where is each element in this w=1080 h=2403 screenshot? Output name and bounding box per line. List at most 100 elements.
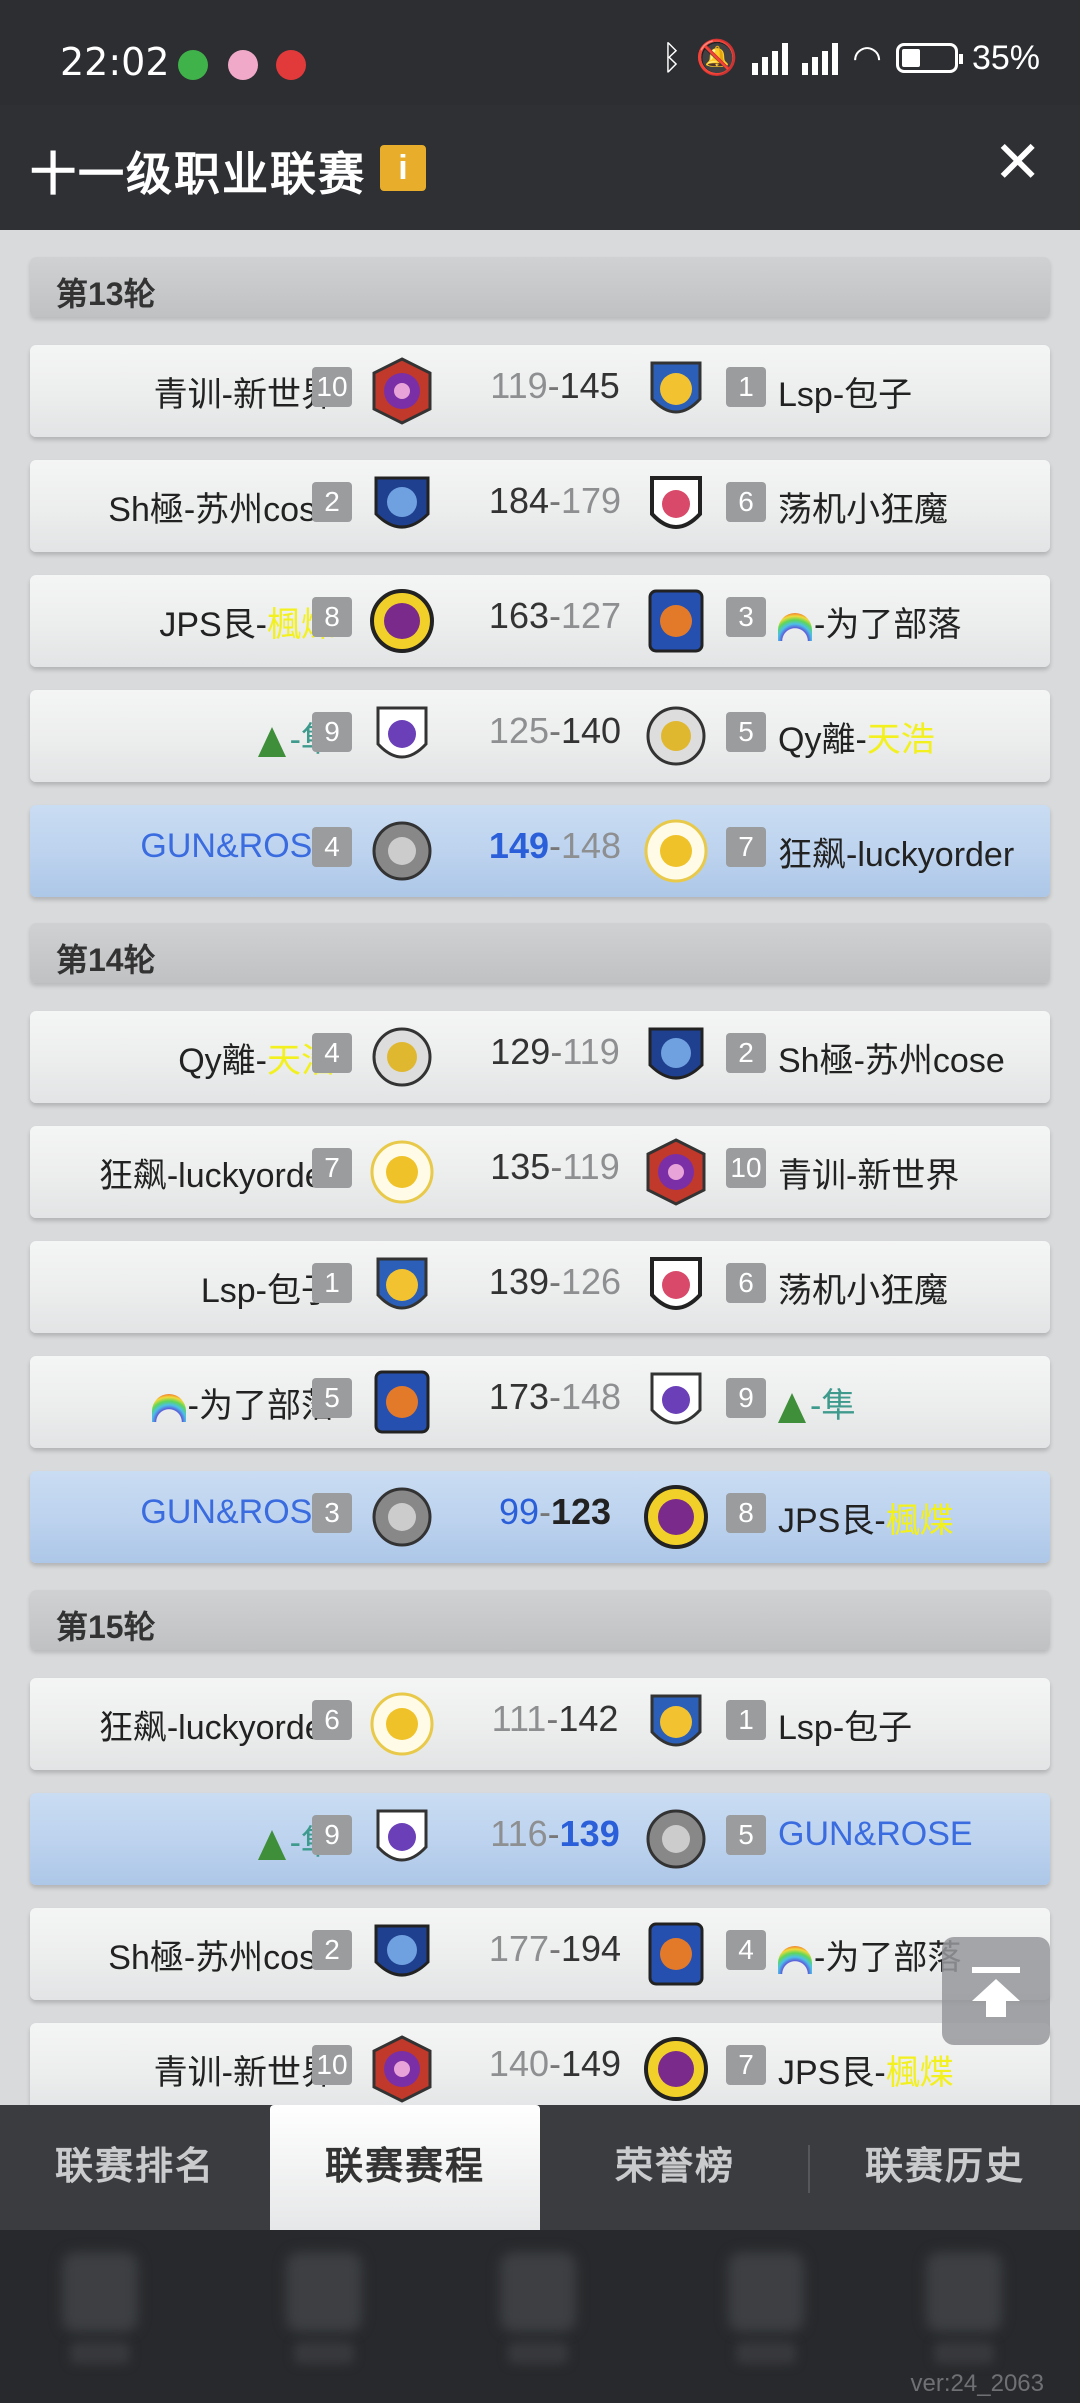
- title-bar: 十一级职业联赛 i ✕: [0, 105, 1080, 230]
- home-team: GUN&ROSE: [140, 1493, 335, 1531]
- nav-blur-icon: [728, 2252, 804, 2332]
- score: 173-148: [488, 1376, 622, 1417]
- away-seed: 3: [726, 597, 766, 637]
- team-badge-icon: [372, 357, 432, 425]
- round-header: 第14轮: [30, 923, 1050, 983]
- home-team: Sh極-苏州cose: [108, 1939, 335, 1977]
- close-icon[interactable]: ✕: [993, 133, 1042, 193]
- team-badge-icon: [650, 476, 702, 529]
- rainbow-icon: [778, 613, 812, 642]
- status-time: 22:02: [60, 40, 170, 84]
- home-seed: 9: [312, 1815, 352, 1855]
- team-badge-icon: [644, 2037, 708, 2101]
- team-badge-icon: [648, 1922, 704, 1986]
- home-seed: 3: [312, 1493, 352, 1533]
- team-badge-icon: [370, 589, 434, 653]
- home-seed: 5: [312, 1378, 352, 1418]
- app-icon: [228, 50, 258, 80]
- home-seed: 4: [312, 1033, 352, 1073]
- bottom-nav: ver:24_2063: [0, 2230, 1080, 2403]
- status-icons: ᛒ 🔕 ◠ 35%: [662, 38, 1040, 78]
- match-row[interactable]: Sh極-苏州cose 2 177-194 4 -为了部落: [30, 1908, 1050, 2000]
- away-team: 荡机小狂魔: [778, 491, 948, 529]
- wechat-icon: [178, 50, 208, 80]
- home-seed: 9: [312, 712, 352, 752]
- home-seed: 10: [312, 2045, 352, 2085]
- home-seed: 7: [312, 1148, 352, 1188]
- home-team: 青训-新世界: [153, 376, 335, 414]
- away-team: 狂飙-luckyorder: [778, 836, 1015, 874]
- away-team: GUN&ROSE: [778, 1815, 973, 1853]
- away-team: -为了部落: [778, 1930, 961, 1979]
- home-seed: 6: [312, 1700, 352, 1740]
- team-badge-icon: [372, 1487, 432, 1547]
- score: 139-126: [488, 1261, 622, 1302]
- match-row[interactable]: 狂飙-luckyorder 7 135-119 10 青训-新世界: [30, 1126, 1050, 1218]
- rainbow-icon: [151, 1394, 186, 1423]
- away-seed: 7: [726, 2045, 766, 2085]
- match-row[interactable]: Sh極-苏州cose 2 184-179 6 荡机小狂魔: [30, 460, 1050, 552]
- match-row[interactable]: -隼 9 125-140 5 Qy離-天浩: [30, 690, 1050, 782]
- away-team: JPS艮-楓煠: [778, 2054, 954, 2092]
- score: 119-145: [490, 365, 620, 406]
- signal-icon-2: [802, 41, 839, 75]
- team-badge-icon: [644, 819, 708, 883]
- away-seed: 5: [726, 712, 766, 752]
- home-seed: 1: [312, 1263, 352, 1303]
- away-seed: 10: [726, 1148, 766, 1188]
- match-row[interactable]: Lsp-包子 1 139-126 6 荡机小狂魔: [30, 1241, 1050, 1333]
- match-row[interactable]: GUN&ROSE 3 99-123 8 JPS艮-楓煠: [30, 1471, 1050, 1563]
- scroll-top-button[interactable]: [942, 1937, 1050, 2045]
- away-team: Lsp-包子: [778, 376, 913, 414]
- away-team: 青训-新世界: [778, 1157, 960, 1195]
- tree-icon: [257, 1830, 286, 1861]
- nav-blur-icon: [286, 2252, 362, 2332]
- team-badge-icon: [372, 2035, 432, 2103]
- team-badge-icon: [374, 1370, 430, 1434]
- team-badge-icon: [376, 706, 428, 759]
- score: 129-119: [490, 1031, 620, 1072]
- tab-league-history[interactable]: 联赛历史: [810, 2105, 1080, 2230]
- schedule-list[interactable]: 第13轮 青训-新世界 10 119-145 1 Lsp-包子 Sh極-苏州co…: [0, 230, 1080, 2105]
- version-label: ver:24_2063: [910, 2370, 1044, 2397]
- match-row[interactable]: -为了部落 5 173-148 9 -隼: [30, 1356, 1050, 1448]
- page-title: 十一级职业联赛: [30, 148, 366, 200]
- team-badge-icon: [646, 1809, 706, 1869]
- rainbow-icon: [778, 1946, 812, 1975]
- away-seed: 5: [726, 1815, 766, 1855]
- away-team: Lsp-包子: [778, 1709, 913, 1747]
- round-header: 第15轮: [30, 1590, 1050, 1650]
- home-seed: 10: [312, 367, 352, 407]
- score: 177-194: [488, 1928, 622, 1969]
- tab-honor-board[interactable]: 荣誉榜: [540, 2105, 810, 2230]
- away-team: -隼: [778, 1378, 855, 1427]
- redbook-icon: [276, 50, 306, 80]
- home-team: -为了部落: [151, 1378, 335, 1427]
- away-seed: 1: [726, 367, 766, 407]
- away-team: JPS艮-楓煠: [778, 1502, 954, 1540]
- match-row[interactable]: JPS艮-楓煠 8 163-127 3 -为了部落: [30, 575, 1050, 667]
- match-row[interactable]: 狂飙-luckyorder 6 111-142 1 Lsp-包子: [30, 1678, 1050, 1770]
- team-badge-icon: [372, 1027, 432, 1087]
- match-row[interactable]: 青训-新世界 10 140-149 7 JPS艮-楓煠: [30, 2023, 1050, 2105]
- info-icon[interactable]: i: [380, 145, 426, 191]
- away-seed: 1: [726, 1700, 766, 1740]
- team-badge-icon: [648, 589, 704, 653]
- score: 184-179: [488, 480, 622, 521]
- match-row[interactable]: -隼 9 116-139 5 GUN&ROSE: [30, 1793, 1050, 1885]
- status-bar: 22:02 ᛒ 🔕 ◠ 35%: [0, 0, 1080, 105]
- away-team: Sh極-苏州cose: [778, 1042, 1005, 1080]
- nav-blur-icon: [500, 2252, 576, 2332]
- score: 163-127: [488, 595, 622, 636]
- match-row[interactable]: Qy離-天浩 4 129-119 2 Sh極-苏州cose: [30, 1011, 1050, 1103]
- tab-league-schedule[interactable]: 联赛赛程: [270, 2105, 540, 2230]
- tab-bar: 联赛排名 联赛赛程 荣誉榜 联赛历史: [0, 2105, 1080, 2230]
- match-row[interactable]: 青训-新世界 10 119-145 1 Lsp-包子: [30, 345, 1050, 437]
- round-header: 第13轮: [30, 257, 1050, 317]
- away-seed: 6: [726, 1263, 766, 1303]
- score: 125-140: [488, 710, 622, 751]
- match-row[interactable]: GUN&ROSE 4 149-148 7 狂飙-luckyorder: [30, 805, 1050, 897]
- tab-league-ranking[interactable]: 联赛排名: [0, 2105, 270, 2230]
- away-seed: 7: [726, 827, 766, 867]
- home-seed: 4: [312, 827, 352, 867]
